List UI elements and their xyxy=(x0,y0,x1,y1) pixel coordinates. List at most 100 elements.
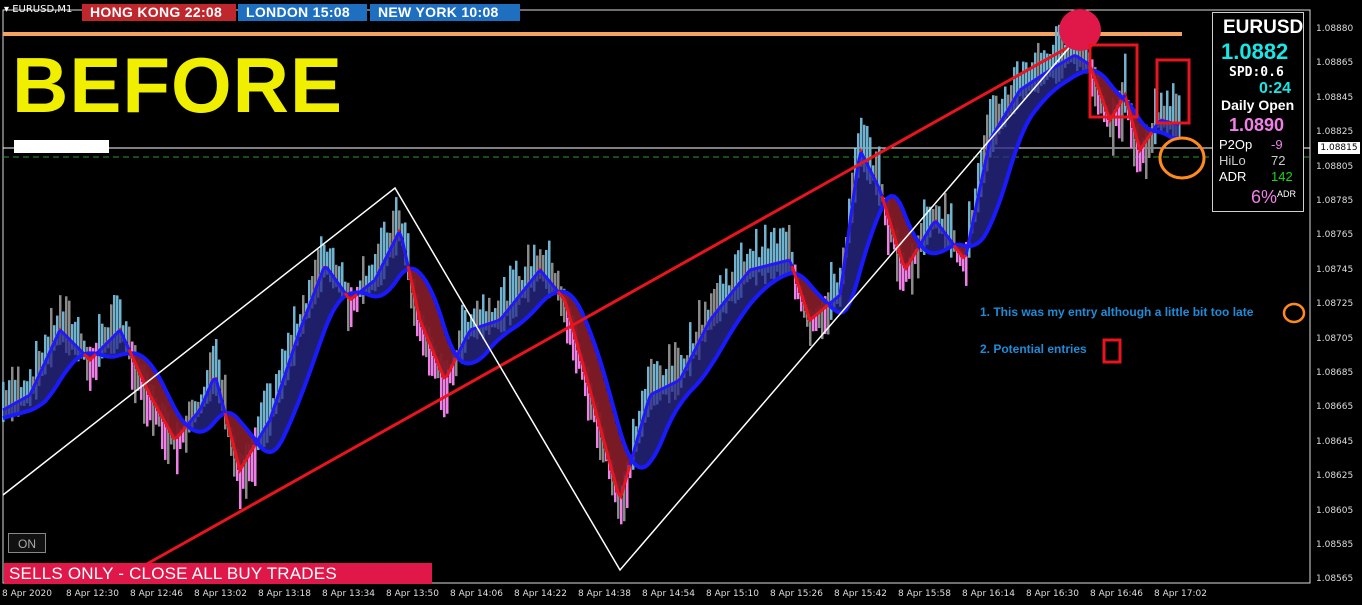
fast-ma-bull-segment xyxy=(761,264,766,269)
fast-ma-bull-segment xyxy=(368,281,373,286)
time-axis-label: 8 Apr 16:14 xyxy=(962,589,1015,599)
fast-ma-bull-segment xyxy=(67,337,74,344)
fast-ma-bull-segment xyxy=(497,317,502,322)
fast-ma-bull-segment xyxy=(1019,86,1024,92)
fast-ma-bull-segment xyxy=(1055,63,1060,68)
fast-ma-bull-segment xyxy=(23,395,28,400)
symbol-label: EURUSD,M1 xyxy=(12,4,73,15)
time-axis-label: 8 Apr 14:54 xyxy=(642,589,695,599)
fast-ma-bull-segment xyxy=(491,320,496,325)
time-axis-label: 8 Apr 12:46 xyxy=(130,589,183,599)
fast-ma-bull-segment xyxy=(76,346,83,353)
fast-ma-bull-segment xyxy=(64,334,71,341)
fast-ma-bull-segment xyxy=(1061,59,1066,65)
time-axis-label: 8 Apr 14:38 xyxy=(578,589,631,599)
bear-cloud-segment xyxy=(1113,91,1116,110)
time-axis-label: 8 Apr 13:50 xyxy=(386,589,439,599)
fast-ma-bull-segment xyxy=(653,390,658,395)
white-marker-bar xyxy=(14,140,109,153)
price-axis-label: 1.08725 xyxy=(1316,299,1354,310)
fast-ma-bull-segment xyxy=(1058,61,1063,66)
time-axis-label: 8 Apr 14:22 xyxy=(514,589,567,599)
time-axis-label: 8 Apr 2020 xyxy=(2,589,52,599)
price-axis-label: 1.08705 xyxy=(1316,333,1354,344)
clock-hong-kong: HONG KONG 22:08 xyxy=(82,4,236,21)
fast-ma-bull-segment xyxy=(103,340,110,347)
time-axis-label: 8 Apr 13:34 xyxy=(322,589,375,599)
fast-ma-bull-segment xyxy=(356,290,361,296)
bear-cloud-segment xyxy=(1110,87,1113,115)
fast-ma-bull-segment xyxy=(770,262,775,267)
price-axis-label: 1.08745 xyxy=(1316,264,1354,275)
fast-ma-bull-segment xyxy=(833,296,838,302)
fast-ma-bull-segment xyxy=(1037,74,1042,80)
fast-ma-bull-segment xyxy=(827,301,832,307)
price-axis-label: 1.08585 xyxy=(1316,540,1354,550)
price-bar xyxy=(362,256,365,304)
bear-cloud-segment xyxy=(816,294,819,313)
price-bar xyxy=(950,203,953,258)
price-axis-label: 1.08805 xyxy=(1316,161,1354,172)
fast-ma-bull-segment xyxy=(488,321,493,326)
bear-cloud-segment xyxy=(810,288,813,318)
time-axis-label: 8 Apr 15:58 xyxy=(898,589,951,599)
info-hilo: 72 xyxy=(1271,153,1286,168)
bear-cloud-segment xyxy=(906,224,909,264)
fast-ma-bull-segment xyxy=(1073,54,1078,58)
fast-ma-bull-segment xyxy=(79,349,86,356)
symbol-tab[interactable]: ▾ EURUSD,M1 xyxy=(4,4,72,15)
fast-ma-bull-segment xyxy=(1040,72,1045,78)
fast-ma-bull-segment xyxy=(97,346,104,353)
fast-ma-bull-segment xyxy=(1022,84,1027,90)
fast-ma-bull-segment xyxy=(58,328,65,335)
fast-ma-bull-segment xyxy=(17,398,22,403)
fast-ma-bull-segment xyxy=(650,391,655,396)
before-title: BEFORE xyxy=(12,41,344,129)
bear-cloud-segment xyxy=(444,335,447,376)
fast-ma-bull-segment xyxy=(674,379,679,384)
fast-ma-bull-segment xyxy=(371,278,376,284)
info-panel: EURUSD 1.0882 SPD:0.6 0:24 Daily Open 1.… xyxy=(1212,12,1304,212)
fast-ma-bull-segment xyxy=(1160,118,1165,123)
fast-ma-bull-segment xyxy=(106,337,113,344)
info-timer: 0:24 xyxy=(1259,80,1292,97)
price-axis-label: 1.08625 xyxy=(1316,471,1354,482)
bear-cloud-segment xyxy=(618,434,621,497)
bear-cloud-segment xyxy=(246,431,249,455)
fast-ma-bull-segment xyxy=(26,393,31,398)
time-axis-label: 8 Apr 15:42 xyxy=(834,589,887,599)
price-axis-label: 1.08785 xyxy=(1316,196,1354,206)
on-button[interactable]: ON xyxy=(8,533,46,553)
info-adr: 142 xyxy=(1271,169,1293,184)
info-price: 1.0882 xyxy=(1221,39,1289,64)
fast-ma-bull-segment xyxy=(112,331,119,338)
entry-circle xyxy=(1158,136,1206,180)
time-axis-label: 8 Apr 16:46 xyxy=(1090,589,1143,599)
fast-ma-bull-segment xyxy=(830,298,835,304)
fast-ma-bull-segment xyxy=(359,288,364,294)
bear-cloud-segment xyxy=(621,443,624,486)
price-axis-label: 1.08685 xyxy=(1316,368,1354,378)
fast-ma-bull-segment xyxy=(1034,76,1039,82)
bear-cloud-segment xyxy=(447,343,450,370)
time-axis-label: 8 Apr 15:26 xyxy=(770,589,823,599)
fast-ma-bull-segment xyxy=(61,331,68,338)
fast-ma-bull-segment xyxy=(470,327,475,332)
price-axis-label: 1.08825 xyxy=(1316,127,1354,138)
bear-cloud-segment xyxy=(1140,124,1143,146)
price-bar xyxy=(98,314,101,367)
legend-orange-circle-icon xyxy=(1282,302,1306,324)
price-bar xyxy=(557,270,560,301)
time-axis-label: 8 Apr 13:18 xyxy=(258,589,311,599)
info-p2op: -9 xyxy=(1271,137,1283,152)
fast-ma-bull-segment xyxy=(73,343,80,350)
fast-ma-bull-segment xyxy=(836,293,841,299)
time-axis-label: 8 Apr 13:02 xyxy=(194,589,247,599)
legend-item-1: 1. This was my entry although a little b… xyxy=(980,305,1254,319)
fast-ma-bull-segment xyxy=(779,260,784,264)
fast-ma-bull-segment xyxy=(482,323,487,328)
fast-ma-bull-segment xyxy=(749,267,754,272)
fast-ma-bull-segment xyxy=(764,264,769,268)
fast-ma-bull-segment xyxy=(70,340,77,347)
price-bar xyxy=(1151,123,1154,153)
